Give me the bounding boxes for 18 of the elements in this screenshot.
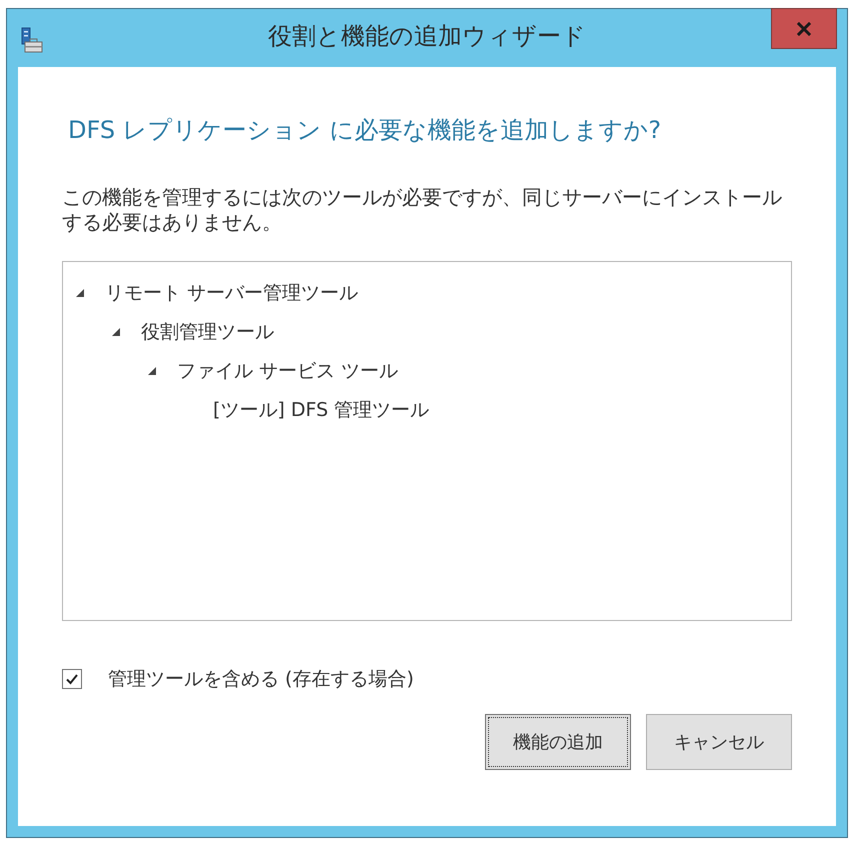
close-button[interactable] [771,8,837,49]
expanded-arrow-icon[interactable] [147,366,157,376]
expanded-arrow-icon[interactable] [111,327,121,338]
dialog-heading: DFS レプリケーション に必要な機能を追加しますか? [68,116,662,145]
include-tools-checkbox[interactable] [62,669,82,690]
include-tools-label: 管理ツールを含める (存在する場合) [108,666,414,692]
tree-item-label[interactable]: ファイル サービス ツール [177,357,398,386]
checkmark-icon [65,672,79,686]
dialog-button[interactable]: キャンセル [646,714,792,770]
server-toolbox-icon [21,27,43,53]
tree-item-label[interactable]: [ツール] DFS 管理ツール [213,396,430,425]
expanded-arrow-icon[interactable] [75,288,85,298]
tree-item-label[interactable]: 役割管理ツール [141,318,274,347]
tree-item-label[interactable]: リモート サーバー管理ツール [105,279,358,308]
dialog-button[interactable]: 機能の追加 [485,714,631,770]
description-text: この機能を管理するには次のツールが必要ですが、同じサーバーにインストールする必要はありません。 [62,184,783,235]
close-icon [797,22,811,36]
window-title: 役割と機能の追加ウィザード [268,21,586,52]
